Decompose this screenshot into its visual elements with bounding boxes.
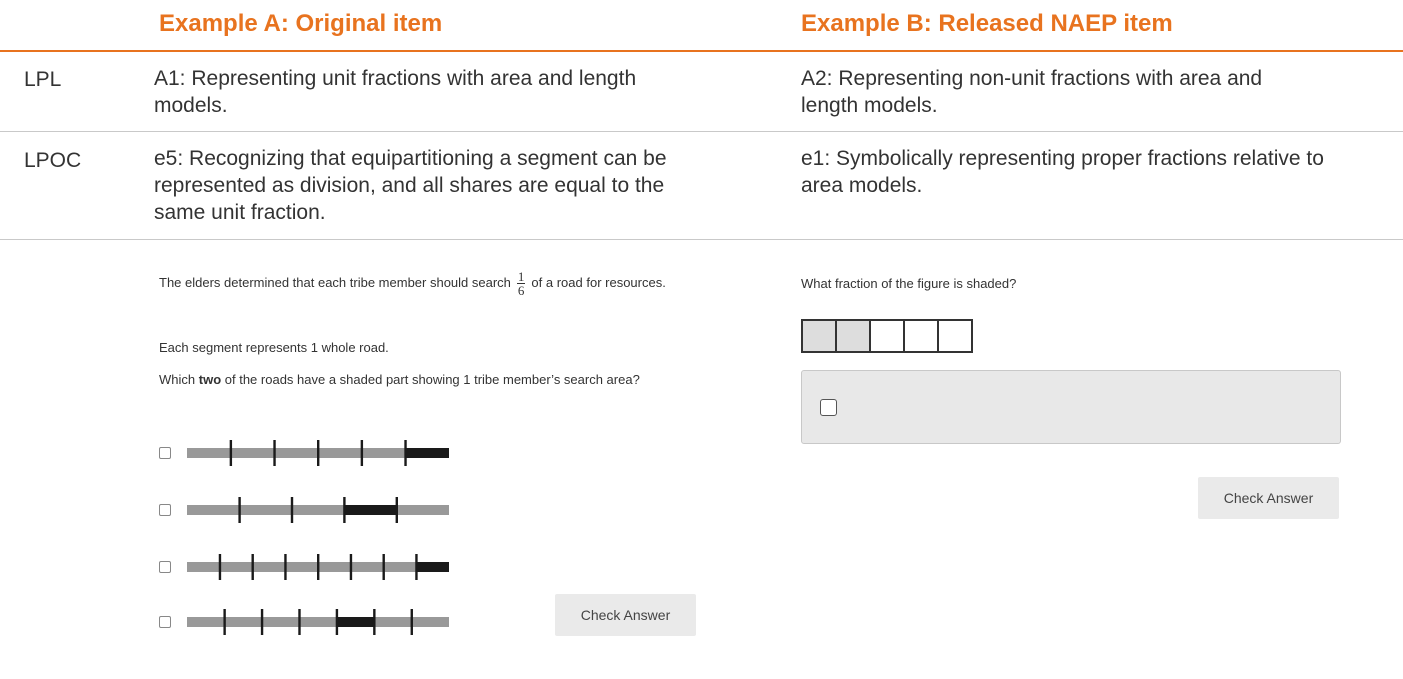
row-divider [0,239,1403,240]
row-label-lpoc: LPOC [24,149,82,172]
lpoc-example-b-text: e1: Symbolically representing proper fra… [801,147,1324,197]
question-bold: two [198,372,222,387]
road-tick [218,554,222,580]
header-divider [0,50,1403,52]
lpoc-example-a-text: e5: Recognizing that equipartitioning a … [154,147,667,224]
road-tick [349,554,353,580]
road-4 [186,607,450,637]
road-tick [410,609,413,635]
road-1-checkbox[interactable] [159,447,171,459]
figure-cell [869,319,905,353]
header-example-b: Example B: Released NAEP item [801,10,1173,37]
figure-cell-shaded [835,319,871,353]
figure-cell-shaded [801,319,837,353]
check-answer-button-b[interactable]: Check Answer [1198,477,1339,519]
row-divider [0,131,1403,132]
road-tick [317,440,320,466]
road-tick [415,554,418,580]
road-tick [343,497,346,523]
lpl-example-a-text: A1: Representing unit fractions with are… [154,67,637,117]
road-tick [223,609,226,635]
road-tick [260,609,264,635]
segment-note: Each segment represents 1 whole road. [159,340,389,355]
road-tick [317,554,320,580]
road-tick [273,440,276,466]
figure-cell [937,319,973,353]
road-3 [186,552,450,582]
road-tick [373,609,376,635]
road-3-checkbox[interactable] [159,561,171,573]
road-1 [186,438,450,468]
figure-cell [903,319,939,353]
road-2-checkbox[interactable] [159,504,171,516]
road-2 [186,495,450,525]
header-example-a: Example A: Original item [159,10,443,37]
road-bar [187,617,449,627]
prompt-text-after: of a road for resources. [531,274,666,290]
road-tick [229,440,233,466]
road-tick [382,554,385,580]
road-tick [404,440,407,466]
road-bar [187,505,449,515]
answer-box[interactable] [801,370,1341,444]
question-pre: Which [159,372,196,387]
fraction-one-sixth: 16 [516,269,526,298]
road-4-checkbox[interactable] [159,616,171,628]
item-a-question: Which two of the roads have a shaded par… [159,373,699,387]
road-tick [298,609,301,635]
question-post: of the roads have a shaded part showing … [224,372,640,387]
item-b-question: What fraction of the figure is shaded? [801,276,1017,291]
answer-checkbox[interactable] [820,399,837,416]
road-tick [395,497,398,523]
road-tick [360,440,364,466]
check-answer-button-a[interactable]: Check Answer [555,594,696,636]
road-tick [238,497,241,523]
road-tick [335,609,339,635]
road-shaded-part [344,505,397,515]
prompt-text-before: The elders determined that each tribe me… [159,274,511,290]
road-tick [290,497,294,523]
fraction-numerator: 1 [516,269,526,284]
lpl-example-b-text: A2: Representing non-unit fractions with… [801,67,1263,117]
road-tick [251,554,254,580]
road-shaded-part [336,617,375,627]
fraction-area-figure [801,319,973,353]
item-a-prompt: The elders determined that each tribe me… [159,270,719,297]
road-shaded-part [405,448,449,458]
fraction-denominator: 6 [517,283,525,298]
road-tick [284,554,287,580]
road-shaded-part [416,562,449,572]
row-label-lpl: LPL [24,68,62,91]
